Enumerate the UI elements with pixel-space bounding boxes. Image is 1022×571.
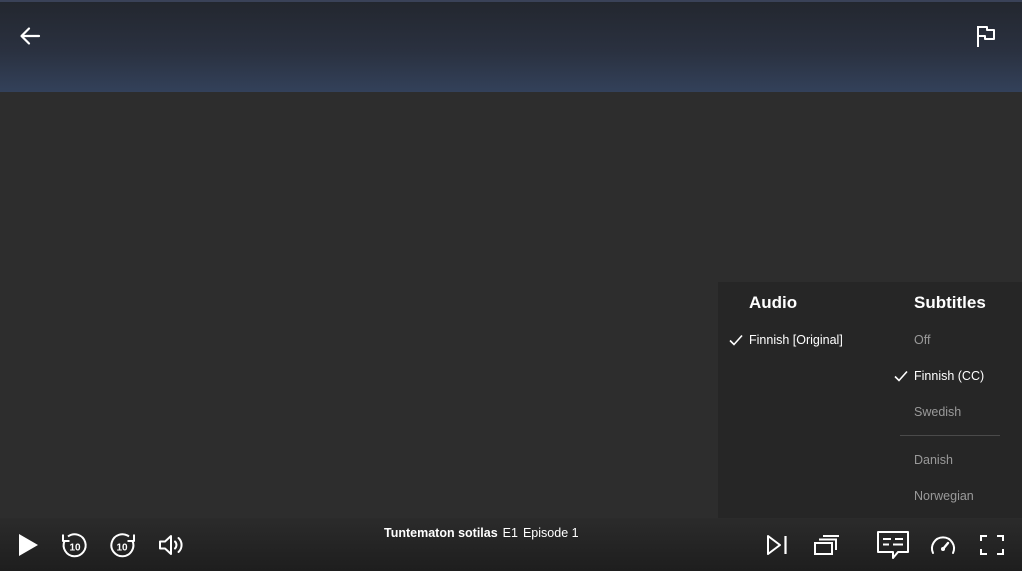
audio-option-finnish-original[interactable]: Finnish [Original]: [749, 333, 843, 347]
check-icon: [729, 334, 743, 346]
next-episode-icon: [767, 534, 787, 555]
play-icon: [19, 533, 38, 556]
episode-title: Tuntematon sotilas E1 Episode 1: [384, 523, 579, 543]
subtitle-option-finnish-cc[interactable]: Finnish (CC): [914, 369, 984, 383]
episode-code: E1: [502, 526, 518, 540]
subtitle-option-norwegian[interactable]: Norwegian: [914, 489, 974, 503]
playback-speed-button[interactable]: [926, 518, 960, 571]
arrow-left-icon: [20, 27, 41, 45]
subtitle-option-off[interactable]: Off: [914, 333, 930, 347]
play-button[interactable]: [10, 518, 44, 571]
playback-speed-icon: [931, 535, 955, 554]
subtitle-option-danish[interactable]: Danish: [914, 453, 953, 467]
volume-icon: [159, 534, 183, 555]
top-bar: [0, 0, 1022, 92]
episode-name: Episode 1: [522, 526, 579, 540]
subtitles-icon: [877, 530, 909, 559]
rewind-seconds: 10: [69, 542, 81, 553]
rewind-10-icon: 10: [62, 532, 87, 557]
audio-subtitles-menu: Audio Subtitles Finnish [Original] Off F…: [718, 282, 1022, 518]
audio-subtitles-button[interactable]: [874, 518, 912, 571]
back-button[interactable]: [14, 20, 46, 52]
fullscreen-button[interactable]: [975, 518, 1009, 571]
next-episode-button[interactable]: [760, 518, 794, 571]
check-icon: [894, 370, 908, 382]
forward-10-button[interactable]: 10: [106, 518, 140, 571]
audio-heading: Audio: [749, 293, 798, 312]
report-problem-button[interactable]: [970, 20, 1002, 52]
menu-divider: [900, 435, 1000, 436]
rewind-10-button[interactable]: 10: [57, 518, 91, 571]
forward-10-icon: 10: [110, 532, 135, 557]
fullscreen-icon: [980, 534, 1004, 555]
subtitles-heading: Subtitles: [914, 293, 986, 312]
flag-icon: [977, 26, 995, 47]
subtitle-option-swedish[interactable]: Swedish: [914, 405, 961, 419]
episodes-icon: [814, 534, 839, 555]
forward-seconds: 10: [116, 542, 128, 553]
volume-button[interactable]: [155, 518, 189, 571]
episodes-button[interactable]: [809, 518, 843, 571]
show-title: Tuntematon sotilas: [384, 526, 498, 540]
